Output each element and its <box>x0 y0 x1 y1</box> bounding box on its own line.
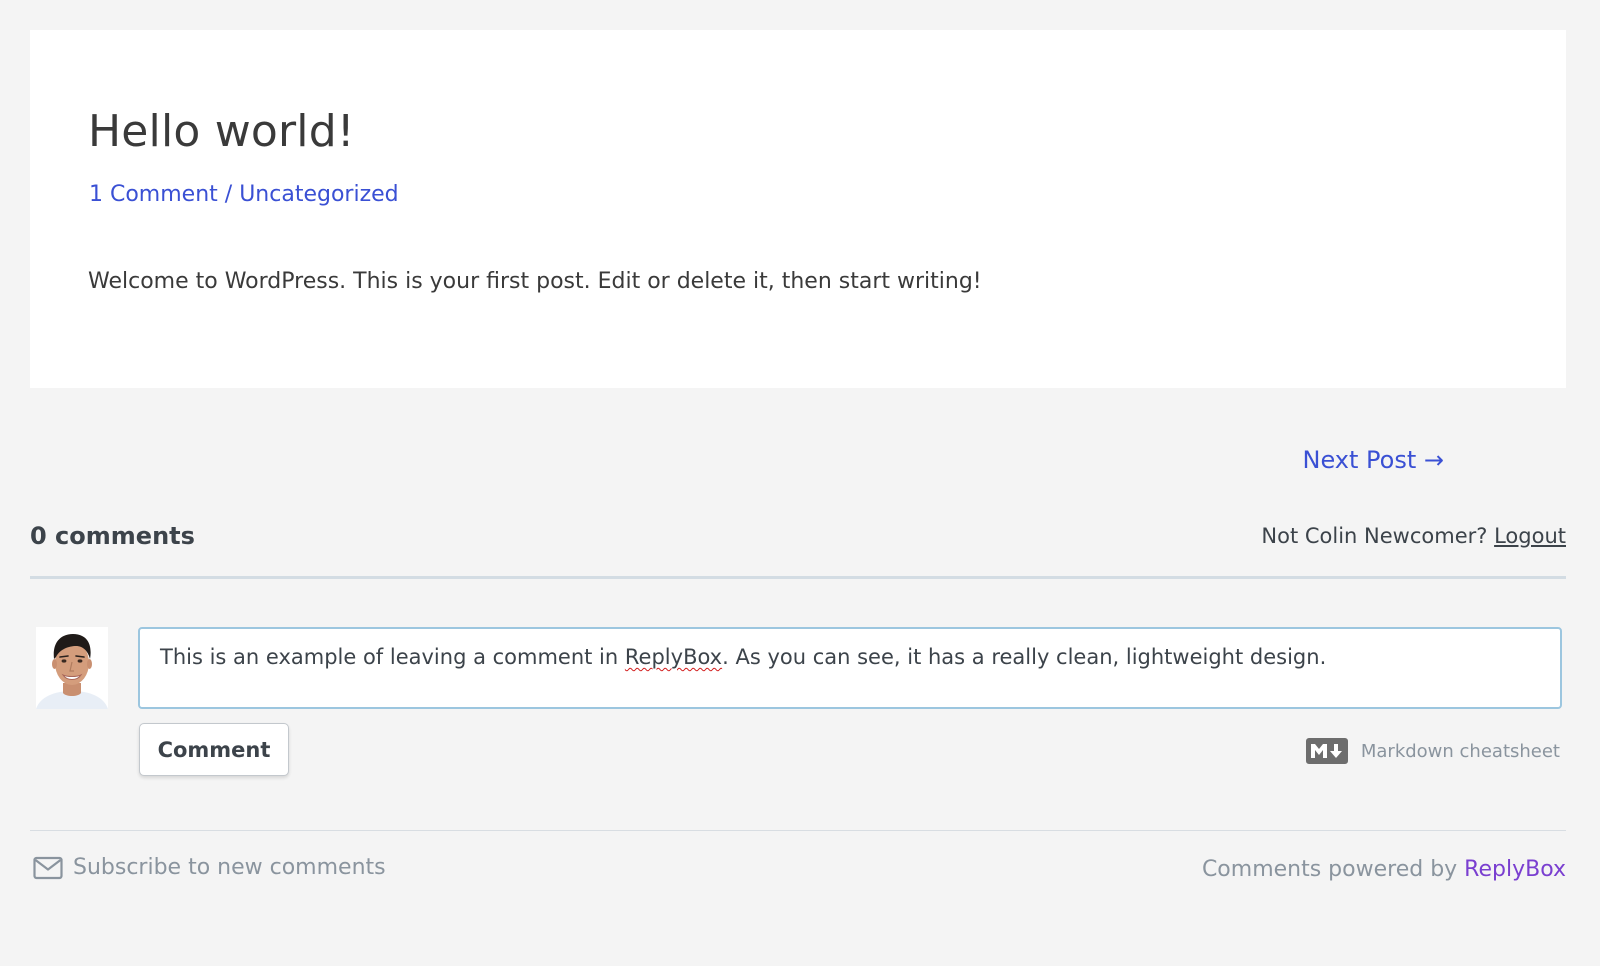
footer-divider <box>30 830 1566 831</box>
comment-text-before: This is an example of leaving a comment … <box>160 645 619 669</box>
meta-separator: / <box>224 182 233 207</box>
next-post-link[interactable]: Next Post → <box>1303 446 1445 475</box>
comments-header: 0 comments Not Colin Newcomer? Logout <box>30 516 1566 579</box>
envelope-icon <box>33 856 63 879</box>
post-content: Welcome to WordPress. This is your first… <box>88 269 982 294</box>
replybox-link[interactable]: ReplyBox <box>1464 857 1566 882</box>
auth-area: Not Colin Newcomer? Logout <box>1261 524 1566 549</box>
comments-count-link[interactable]: 1 Comment <box>89 182 218 207</box>
post-meta: 1 Comment / Uncategorized <box>89 182 399 208</box>
comments-count: 0 comments <box>30 522 195 550</box>
auth-prompt: Not Colin Newcomer? <box>1261 524 1488 548</box>
markdown-cheatsheet-link[interactable]: Markdown cheatsheet <box>1305 738 1560 764</box>
post-card: Hello world! 1 Comment / Uncategorized W… <box>30 30 1566 388</box>
subscribe-label: Subscribe to new comments <box>73 855 386 880</box>
category-link[interactable]: Uncategorized <box>239 182 398 207</box>
avatar-portrait <box>36 627 108 709</box>
powered-by-prefix: Comments powered by <box>1201 857 1458 882</box>
avatar <box>36 627 108 709</box>
logout-link[interactable]: Logout <box>1494 524 1566 548</box>
markdown-cheatsheet-label: Markdown cheatsheet <box>1360 740 1560 762</box>
comment-submit-button[interactable]: Comment <box>139 723 289 776</box>
powered-by: Comments powered by ReplyBox <box>1202 857 1566 883</box>
subscribe-link[interactable]: Subscribe to new comments <box>33 855 386 880</box>
markdown-icon <box>1305 738 1348 764</box>
comment-input[interactable]: This is an example of leaving a comment … <box>138 627 1562 709</box>
spellcheck-word: ReplyBox <box>624 645 723 669</box>
comment-text-after: . As you can see, it has a really clean,… <box>722 645 1327 669</box>
post-title: Hello world! <box>88 106 355 157</box>
